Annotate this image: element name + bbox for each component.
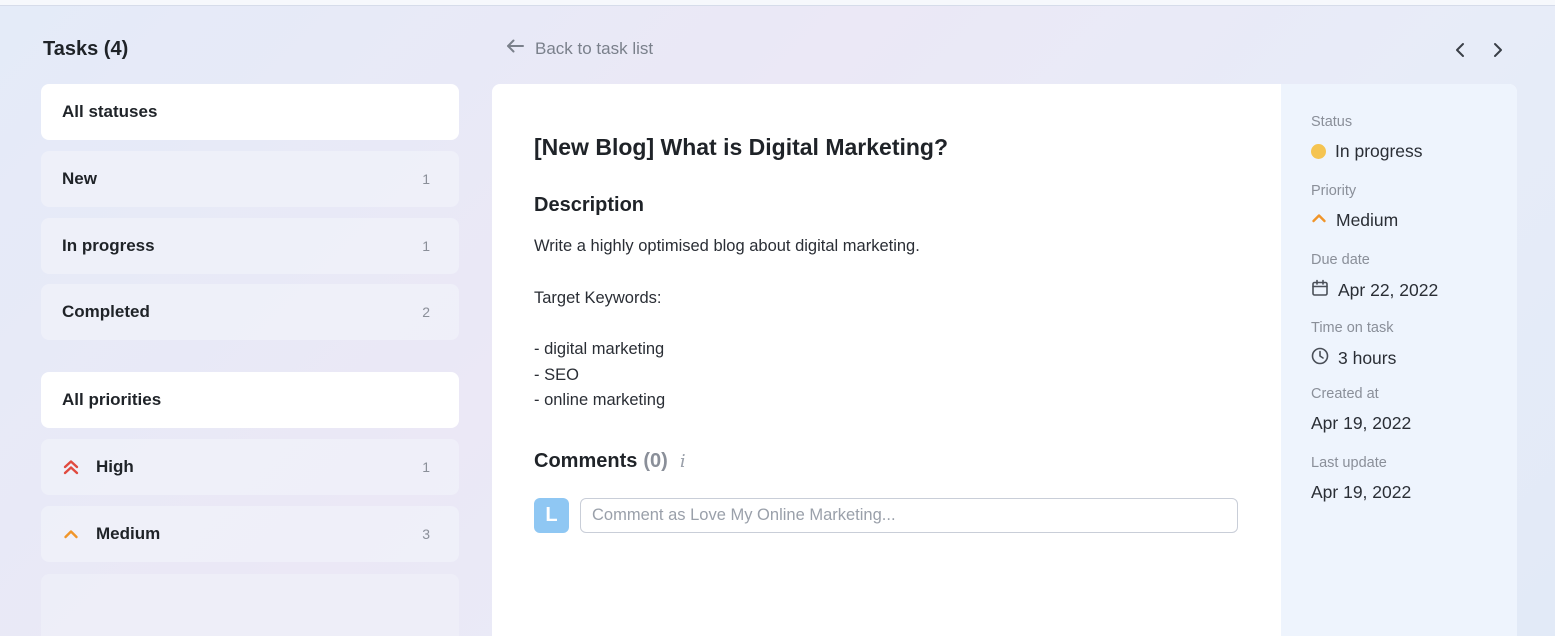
status-value[interactable]: In progress xyxy=(1311,141,1423,162)
filter-label: All priorities xyxy=(62,390,162,409)
description-line: Target Keywords: xyxy=(534,289,662,307)
comments-count: (0) xyxy=(643,450,668,472)
filter-label: In progress xyxy=(62,236,155,255)
filter-status-completed[interactable]: Completed 2 xyxy=(41,284,459,340)
filter-all-statuses[interactable]: All statuses xyxy=(41,84,459,140)
filter-priority-medium[interactable]: Medium 3 xyxy=(41,506,459,562)
last-update-label: Last update xyxy=(1311,455,1387,471)
task-title: [New Blog] What is Digital Marketing? xyxy=(534,134,949,160)
priority-text: Medium xyxy=(1336,210,1399,230)
top-divider xyxy=(0,0,1555,6)
status-dot-icon xyxy=(1311,144,1326,159)
chevron-up-icon xyxy=(1311,210,1327,231)
comments-heading: Comments (0) i xyxy=(534,450,686,473)
avatar: L xyxy=(534,498,569,533)
filter-count: 1 xyxy=(422,238,430,254)
previous-task-button[interactable] xyxy=(1452,40,1468,60)
clock-icon xyxy=(1311,347,1329,370)
back-link-label: Back to task list xyxy=(535,38,654,58)
next-task-button[interactable] xyxy=(1490,40,1506,60)
filter-all-priorities[interactable]: All priorities xyxy=(41,372,459,428)
last-update-value: Apr 19, 2022 xyxy=(1311,482,1412,502)
double-chevron-up-icon xyxy=(62,458,80,476)
status-label: Status xyxy=(1311,114,1353,130)
due-date-label: Due date xyxy=(1311,252,1370,268)
priority-value[interactable]: Medium xyxy=(1311,210,1398,231)
time-on-task-label: Time on task xyxy=(1311,320,1394,336)
status-text: In progress xyxy=(1335,141,1423,161)
filter-count: 3 xyxy=(422,526,430,542)
comment-input[interactable] xyxy=(580,498,1238,533)
comments-title: Comments xyxy=(534,450,638,472)
filter-status-new[interactable]: New 1 xyxy=(41,151,459,207)
filter-label: All statuses xyxy=(62,102,158,121)
created-at-label: Created at xyxy=(1311,386,1379,402)
filter-label: Completed xyxy=(62,302,150,321)
filter-status-in-progress[interactable]: In progress 1 xyxy=(41,218,459,274)
filter-priority-high[interactable]: High 1 xyxy=(41,439,459,495)
description-heading: Description xyxy=(534,194,645,216)
task-filters: All statuses New 1 In progress 1 Complet… xyxy=(41,84,459,636)
filter-count: 1 xyxy=(422,171,430,187)
filter-label: High xyxy=(96,457,134,476)
time-on-task-text: 3 hours xyxy=(1338,348,1397,368)
due-date-text: Apr 22, 2022 xyxy=(1338,280,1439,300)
task-pager xyxy=(1452,40,1506,60)
description-line: - digital marketing xyxy=(534,340,665,358)
time-on-task-value[interactable]: 3 hours xyxy=(1311,347,1396,370)
filter-label: Medium xyxy=(96,524,161,543)
filter-label: New xyxy=(62,169,97,188)
empty-panel xyxy=(41,574,459,636)
back-to-task-list-link[interactable]: Back to task list xyxy=(505,38,653,59)
info-icon[interactable]: i xyxy=(680,451,686,472)
filter-count: 1 xyxy=(422,459,430,475)
created-at-value: Apr 19, 2022 xyxy=(1311,413,1412,433)
description-line: Write a highly optimised blog about digi… xyxy=(534,237,920,255)
arrow-left-icon xyxy=(505,38,525,59)
priority-label: Priority xyxy=(1311,183,1357,199)
chevron-up-icon xyxy=(62,525,80,543)
task-detail-card: [New Blog] What is Digital Marketing? De… xyxy=(492,84,1517,636)
description-line: - online marketing xyxy=(534,391,666,409)
tasks-title: Tasks (4) xyxy=(43,38,129,60)
task-meta-sidebar: Status In progress Priority Medium Due d… xyxy=(1281,84,1517,636)
due-date-value[interactable]: Apr 22, 2022 xyxy=(1311,279,1438,302)
description-line: - SEO xyxy=(534,366,579,384)
filter-count: 2 xyxy=(422,304,430,320)
calendar-icon xyxy=(1311,279,1329,302)
